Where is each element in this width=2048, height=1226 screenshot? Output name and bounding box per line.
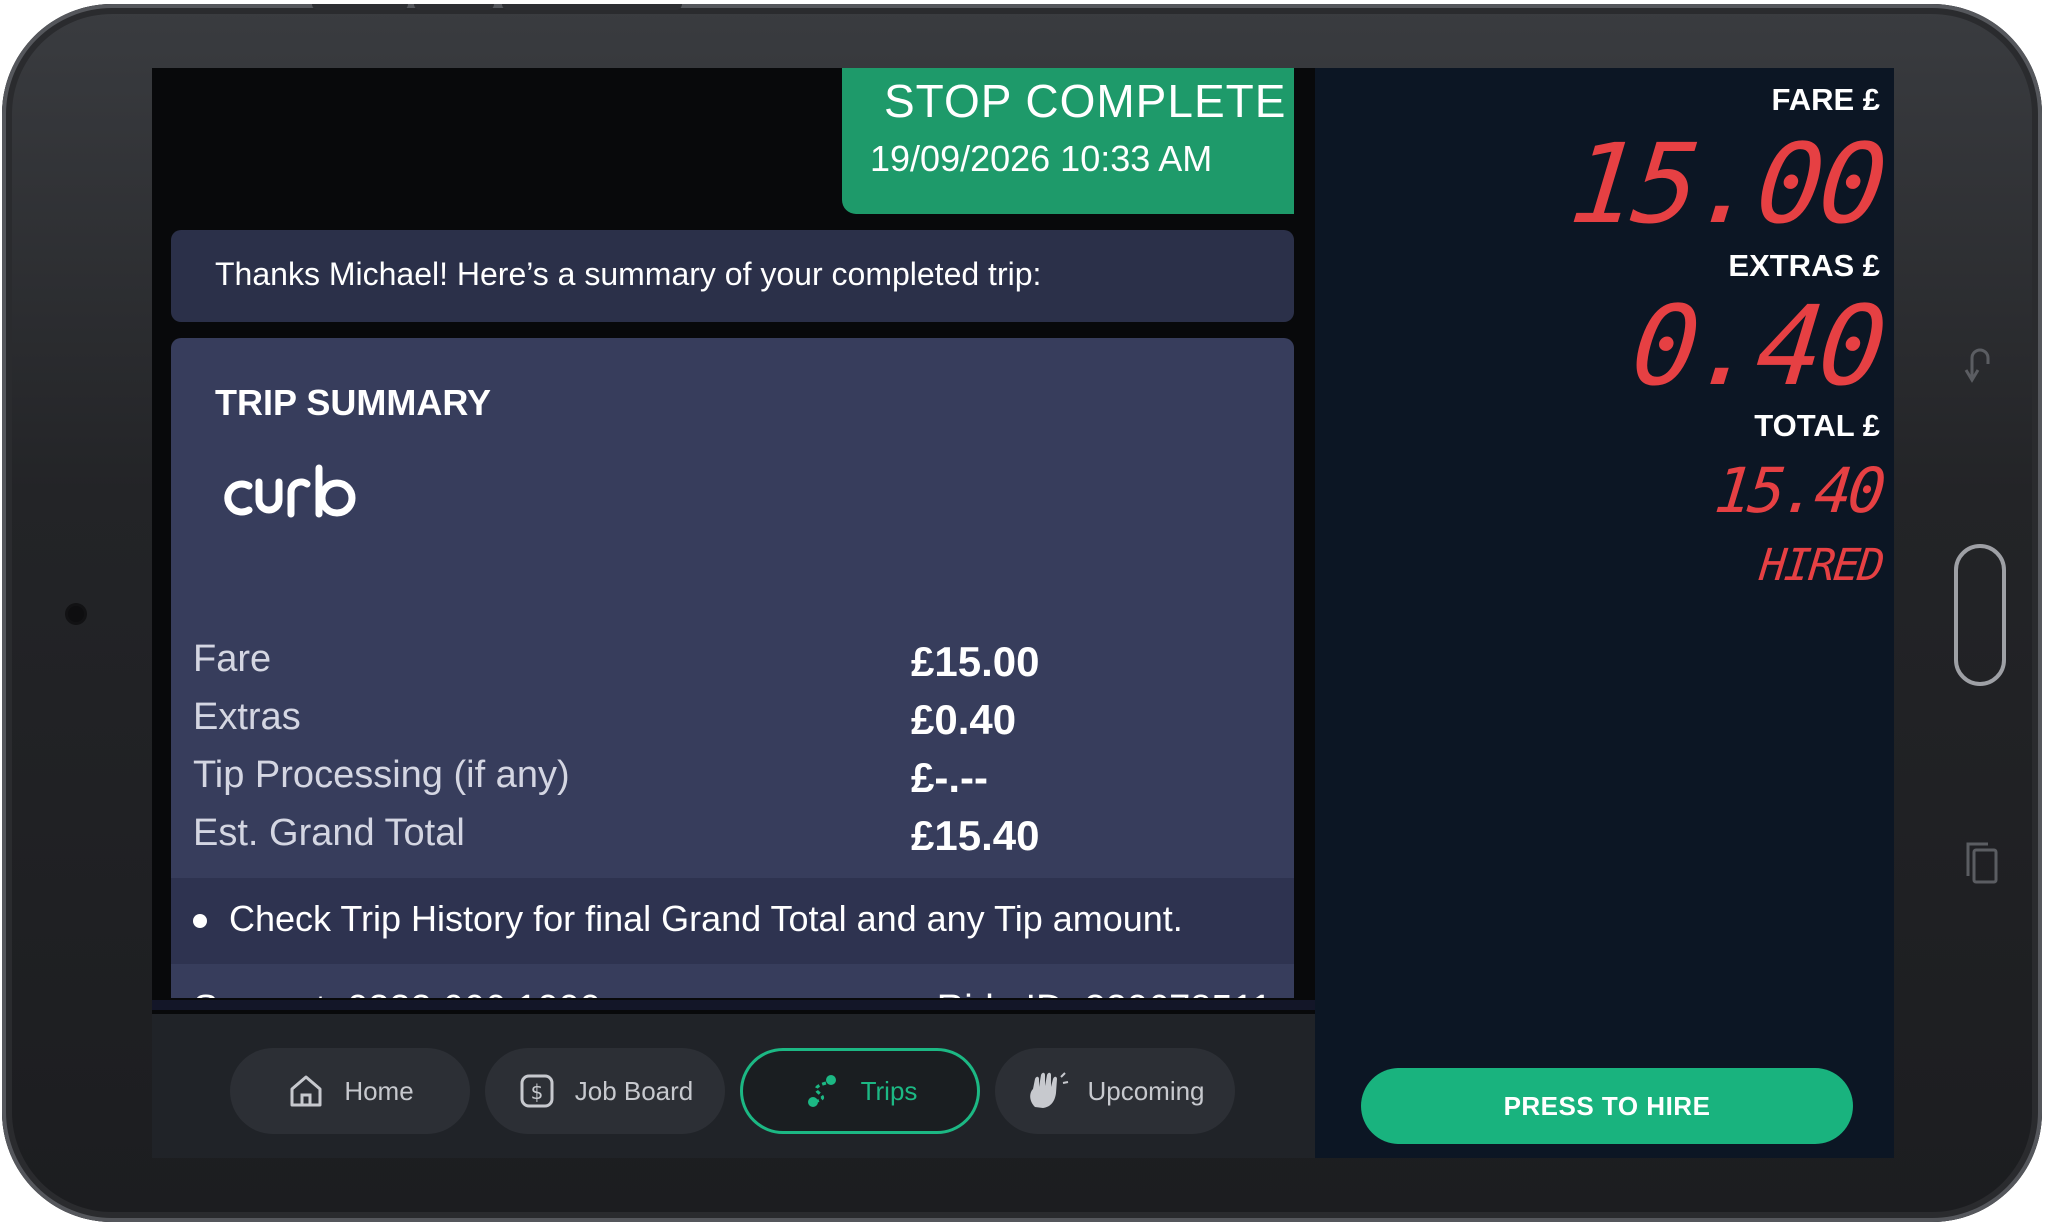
summary-row-grand-total: Est. Grand Total £15.40: [193, 812, 1293, 868]
device-button: [502, 4, 682, 10]
nav-label: Home: [344, 1075, 414, 1106]
summary-row-extras: Extras £0.40: [193, 696, 1293, 752]
nav-home[interactable]: Home: [230, 1048, 470, 1134]
nav-label: Job Board: [574, 1075, 694, 1106]
taximeter-panel: FARE £ 15.00 EXTRAS £ 0.40 TOTAL £ 15.40…: [1315, 68, 1894, 1158]
bullet-icon: [193, 914, 207, 928]
extras-label: EXTRAS £: [1728, 248, 1880, 283]
row-label: Est. Grand Total: [193, 812, 465, 854]
dollar-icon: $: [517, 1071, 557, 1111]
home-icon: [286, 1071, 326, 1111]
stop-datetime: 19/09/2026 10:33 AM: [870, 138, 1213, 179]
device-button: [414, 4, 494, 10]
support-phone[interactable]: Support: 0333 666 1000: [193, 988, 601, 998]
nav-upcoming[interactable]: Upcoming: [995, 1048, 1235, 1134]
total-display: 15.40: [1711, 454, 1886, 527]
row-value: £0.40: [911, 696, 1017, 743]
trip-history-note: Check Trip History for final Grand Total…: [171, 878, 1294, 964]
fare-display: 15.00: [1564, 120, 1889, 248]
extras-display: 0.40: [1626, 282, 1889, 410]
note-text: Check Trip History for final Grand Total…: [229, 898, 1183, 939]
row-label: Tip Processing (if any): [193, 754, 570, 796]
stop-title: STOP COMPLETE: [884, 75, 1287, 127]
total-label: TOTAL £: [1754, 408, 1880, 443]
row-value: £15.00: [911, 638, 1040, 685]
screen: STOP COMPLETE 19/09/2026 10:33 AM Thanks…: [152, 68, 1894, 1158]
nav-label: Trips: [860, 1075, 918, 1106]
row-label: Extras: [193, 696, 301, 738]
device-button: [312, 4, 408, 10]
app-area: STOP COMPLETE 19/09/2026 10:33 AM Thanks…: [152, 68, 1315, 1158]
summary-title: TRIP SUMMARY: [215, 382, 492, 423]
nav-label: Upcoming: [1087, 1075, 1205, 1106]
nav-trips[interactable]: Trips: [740, 1048, 980, 1134]
message-text: Thanks Michael! Here’s a summary of your…: [215, 256, 1042, 292]
divider: [152, 1000, 1315, 1010]
front-camera: [68, 606, 84, 622]
back-icon[interactable]: [1964, 342, 1994, 388]
ride-id: Ride ID: 320678511: [937, 988, 1272, 998]
row-value: £15.40: [911, 812, 1040, 859]
row-value: £-.--: [911, 754, 988, 801]
trip-summary-card: TRIP SUMMARY Fare £15.00 Extras £0.40 Ti…: [171, 338, 1294, 998]
message-bubble: Thanks Michael! Here’s a summary of your…: [171, 230, 1294, 322]
summary-row-tip: Tip Processing (if any) £-.--: [193, 754, 1293, 810]
press-to-hire-button[interactable]: PRESS TO HIRE: [1361, 1068, 1853, 1144]
home-hardware-button[interactable]: [1954, 544, 2006, 686]
stop-complete-banner: STOP COMPLETE 19/09/2026 10:33 AM: [842, 68, 1294, 214]
summary-row-fare: Fare £15.00: [193, 638, 1293, 694]
svg-text:$: $: [530, 1080, 543, 1104]
row-label: Fare: [193, 638, 272, 680]
nav-job-board[interactable]: $ Job Board: [485, 1048, 725, 1134]
fare-label: FARE £: [1771, 82, 1880, 117]
hand-wave-icon: [1025, 1071, 1069, 1111]
bottom-nav: Home $ Job Board Trips Upcoming: [152, 1014, 1315, 1158]
route-icon: [803, 1071, 843, 1111]
curb-logo: [215, 464, 367, 527]
status-display: HIRED: [1756, 540, 1885, 591]
recent-apps-icon[interactable]: [1964, 840, 2000, 890]
